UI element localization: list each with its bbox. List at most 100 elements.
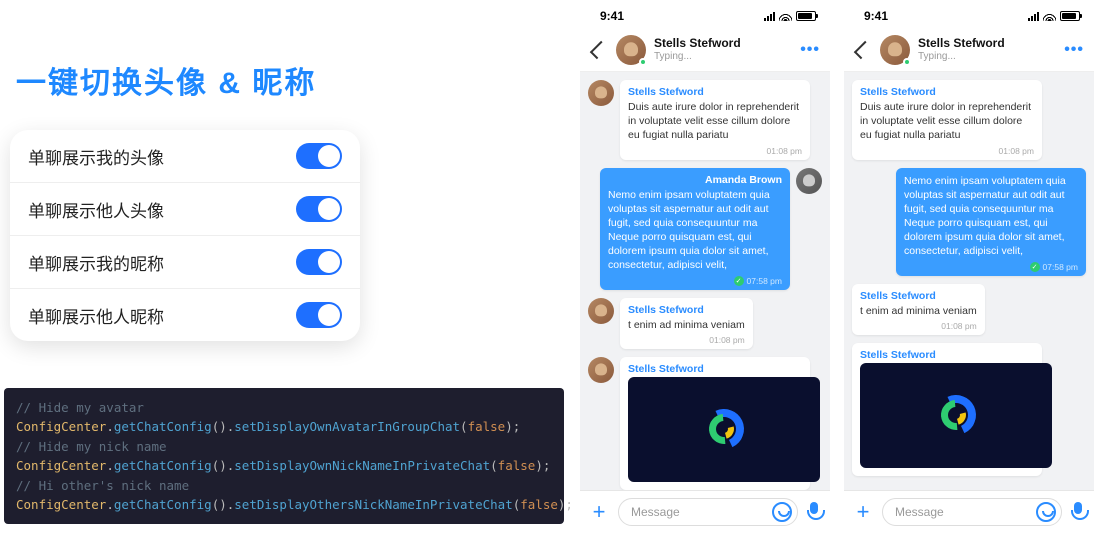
toggle-own-avatar[interactable] [296,143,342,169]
header-avatar[interactable] [880,35,910,65]
message-bubble[interactable]: Amanda Brown Nemo enim ipsam voluptatem … [600,168,790,290]
message-time: 01:08 pm [628,146,802,156]
logo-icon [931,390,981,440]
status-time: 9:41 [864,9,888,23]
sticker-icon[interactable] [772,502,792,522]
settings-label: 单聊展示我的头像 [28,144,164,169]
code-snippet: // Hide my avatar ConfigCenter.getChatCo… [4,388,564,524]
settings-row-others-avatar: 单聊展示他人头像 [10,183,360,236]
mic-icon[interactable] [806,502,822,522]
back-icon[interactable] [590,40,608,58]
chat-body[interactable]: Stells Stefword Duis aute irure dolor in… [580,72,830,490]
message-time: ✓07:58 pm [904,262,1078,272]
logo-icon [699,404,749,454]
header-contact-name: Stells Stefword [654,37,792,51]
message-input-placeholder: Message [631,505,680,519]
chat-header: Stells Stefword Typing... ••• [844,28,1094,72]
message-text: Nemo enim ipsam voluptatem quia voluptas… [608,188,782,273]
settings-label: 单聊展示他人昵称 [28,303,164,328]
more-icon[interactable]: ••• [1064,41,1084,59]
message-time: ✓07:58 pm [608,276,782,286]
toggle-own-nick[interactable] [296,249,342,275]
message-sender: Amanda Brown [608,174,782,186]
page-title: 一键切换头像 & 昵称 [10,58,570,102]
input-bar: + Message [580,490,830,532]
wifi-icon [1043,11,1056,21]
chat-body[interactable]: Stells Stefword Duis aute irure dolor in… [844,72,1094,490]
avatar[interactable] [588,80,614,106]
toggle-others-avatar[interactable] [296,196,342,222]
message-bubble[interactable]: Stells Stefword t enim ad minima veniam … [852,284,985,335]
message-time: 01:08 pm [628,335,745,345]
message-bubble[interactable]: Stells Stefword [620,357,810,490]
message-text: t enim ad minima veniam [860,304,977,318]
message-text: Duis aute irure dolor in reprehenderit i… [860,100,1034,143]
settings-row-own-avatar: 单聊展示我的头像 [10,130,360,183]
battery-icon [796,11,816,21]
message-text: Nemo enim ipsam voluptatem quia voluptas… [904,174,1078,259]
header-typing-indicator: Typing... [654,51,792,63]
back-icon[interactable] [854,40,872,58]
signal-icon [764,11,775,21]
avatar[interactable] [796,168,822,194]
message-text: Duis aute irure dolor in reprehenderit i… [628,100,802,143]
mic-icon[interactable] [1070,502,1086,522]
message-sender: Stells Stefword [860,349,1034,361]
message-time: 01:08 pm [860,146,1034,156]
presence-dot-icon [903,58,911,66]
message-bubble[interactable]: Nemo enim ipsam voluptatem quia voluptas… [896,168,1086,276]
avatar[interactable] [588,357,614,383]
presence-dot-icon [639,58,647,66]
message-sender: Stells Stefword [860,290,977,302]
media-attachment[interactable] [860,363,1052,468]
message-text: t enim ad minima veniam [628,318,745,332]
message-in: Stells Stefword t enim ad minima veniam … [588,298,822,349]
message-in: Stells Stefword Duis aute irure dolor in… [588,80,822,160]
message-sender: Stells Stefword [628,86,802,98]
header-contact-name: Stells Stefword [918,37,1056,51]
message-bubble[interactable]: Stells Stefword Duis aute irure dolor in… [620,80,810,160]
message-input[interactable]: Message [882,498,1062,526]
sticker-icon[interactable] [1036,502,1056,522]
message-input-placeholder: Message [895,505,944,519]
message-sender: Stells Stefword [628,304,745,316]
status-bar: 9:41 [844,4,1094,28]
message-bubble[interactable]: Stells Stefword t enim ad minima veniam … [620,298,753,349]
settings-label: 单聊展示他人头像 [28,197,164,222]
avatar[interactable] [588,298,614,324]
status-bar: 9:41 [580,4,830,28]
attach-plus-icon[interactable]: + [852,499,874,525]
settings-label: 单聊展示我的昵称 [28,250,164,275]
status-time: 9:41 [600,9,624,23]
signal-icon [1028,11,1039,21]
battery-icon [1060,11,1080,21]
message-in: Stells Stefword [588,357,822,490]
delivered-check-icon: ✓ [734,276,744,286]
input-bar: + Message [844,490,1094,532]
message-sender: Stells Stefword [860,86,1034,98]
message-out: Nemo enim ipsam voluptatem quia voluptas… [852,168,1086,276]
toggle-others-nick[interactable] [296,302,342,328]
message-in: Stells Stefword [852,343,1086,476]
message-input[interactable]: Message [618,498,798,526]
message-sender: Stells Stefword [628,363,802,375]
wifi-icon [779,11,792,21]
message-bubble[interactable]: Stells Stefword Duis aute irure dolor in… [852,80,1042,160]
media-attachment[interactable] [628,377,820,482]
chat-header: Stells Stefword Typing... ••• [580,28,830,72]
message-bubble[interactable]: Stells Stefword [852,343,1042,476]
settings-card: 单聊展示我的头像 单聊展示他人头像 单聊展示我的昵称 单聊展示他人昵称 [10,130,360,341]
settings-row-own-nick: 单聊展示我的昵称 [10,236,360,289]
phone-preview-left: 9:41 Stells Stefword Typing... ••• Stell… [580,4,830,532]
message-time: 01:08 pm [860,321,977,331]
phone-preview-right: 9:41 Stells Stefword Typing... ••• Stell… [844,4,1094,532]
delivered-check-icon: ✓ [1030,262,1040,272]
message-in: Stells Stefword Duis aute irure dolor in… [852,80,1086,160]
header-typing-indicator: Typing... [918,51,1056,63]
message-out: Amanda Brown Nemo enim ipsam voluptatem … [588,168,822,290]
attach-plus-icon[interactable]: + [588,499,610,525]
header-avatar[interactable] [616,35,646,65]
message-in: Stells Stefword t enim ad minima veniam … [852,284,1086,335]
more-icon[interactable]: ••• [800,41,820,59]
settings-row-others-nick: 单聊展示他人昵称 [10,289,360,341]
